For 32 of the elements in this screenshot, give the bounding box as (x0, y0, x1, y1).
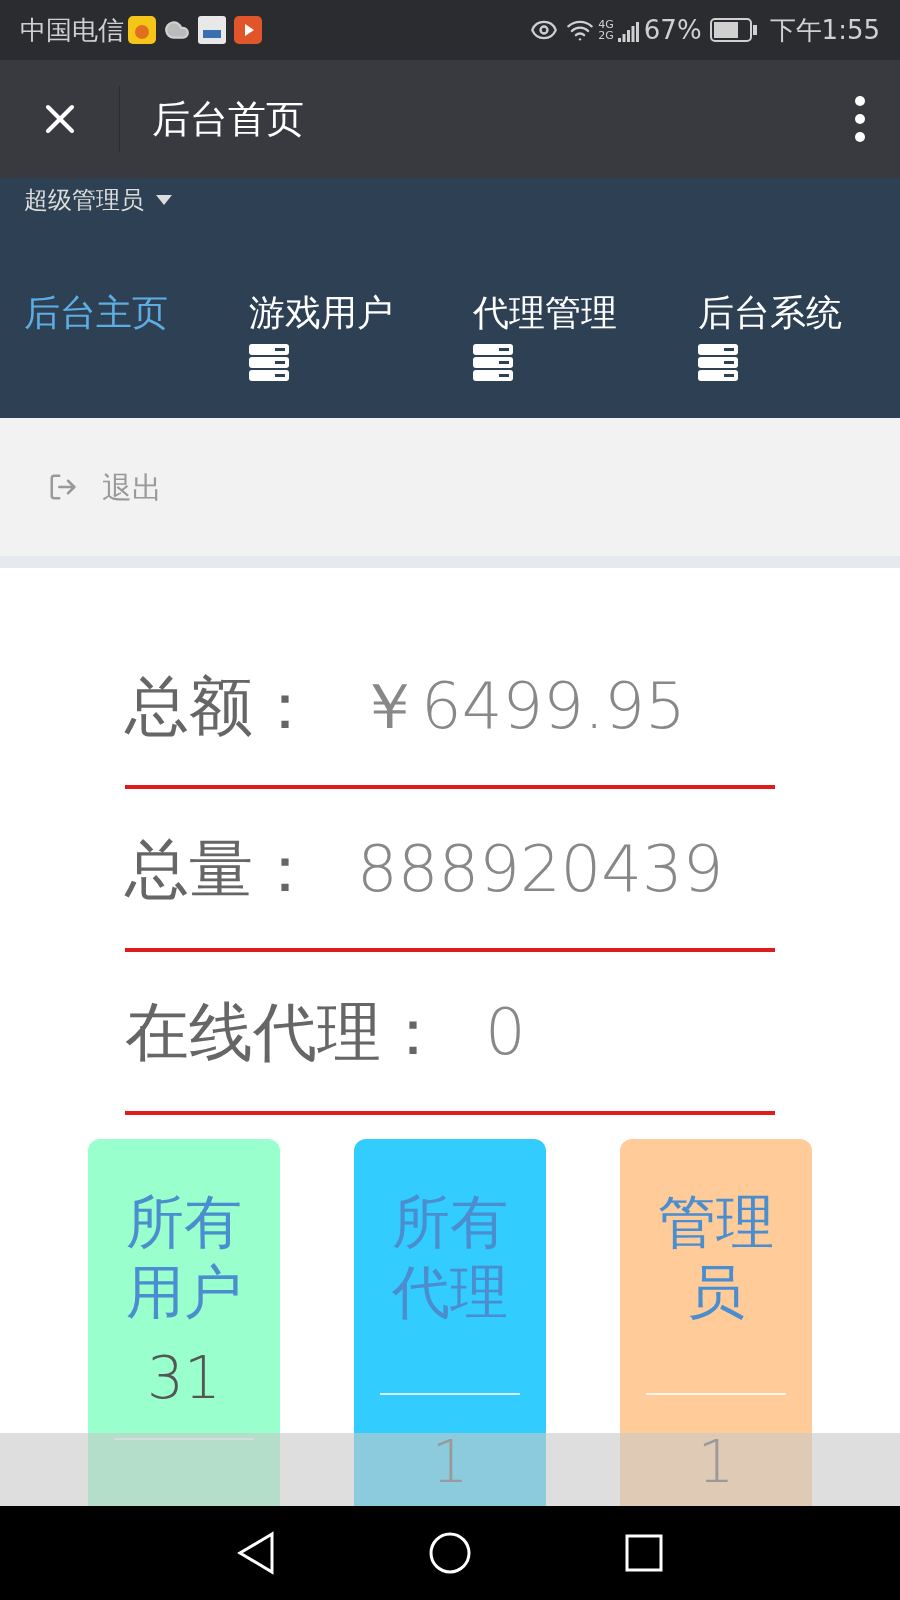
network-type: 4G 2G (598, 19, 614, 41)
menu-tab[interactable]: 后台主页 (24, 286, 168, 340)
back-icon[interactable] (236, 1531, 276, 1575)
battery-icon (709, 18, 758, 42)
stat-label: 在线代理： (125, 993, 445, 1071)
menu-tab[interactable]: 代理管理 (473, 286, 617, 340)
carrier-name: 中国电信 (20, 13, 124, 47)
stat-value: 0 (485, 993, 526, 1071)
card-count: 1 (697, 1427, 735, 1498)
account-dropdown[interactable]: 超级管理员 (24, 182, 172, 218)
menu-tab[interactable]: 游戏用户 (248, 286, 393, 340)
stat-label: 总额： (125, 667, 317, 745)
app-notification-icon (128, 16, 156, 44)
home-icon[interactable] (428, 1531, 472, 1575)
stat-value: 888920439 (357, 830, 724, 908)
play-notification-icon (234, 16, 262, 44)
battery-percent: 67% (643, 13, 702, 47)
card-title: 所有代理 (391, 1187, 509, 1327)
card-count: 1 (431, 1427, 469, 1498)
logout-icon (48, 472, 78, 502)
card-title: 管理员 (657, 1187, 775, 1327)
clock: 下午1:55 (769, 13, 880, 47)
more-options-icon (855, 96, 865, 142)
app-notification-icon (198, 16, 226, 44)
card-count: 31 (147, 1343, 221, 1414)
page-title: 后台首页 (152, 95, 304, 143)
recents-icon[interactable] (624, 1533, 664, 1573)
stat-label: 总量： (125, 830, 317, 908)
stat-value: ￥6499.95 (357, 667, 686, 745)
caret-icon (156, 195, 172, 205)
menu-tab[interactable]: 后台系统 (697, 286, 842, 340)
card-title: 所有用户 (125, 1187, 243, 1327)
